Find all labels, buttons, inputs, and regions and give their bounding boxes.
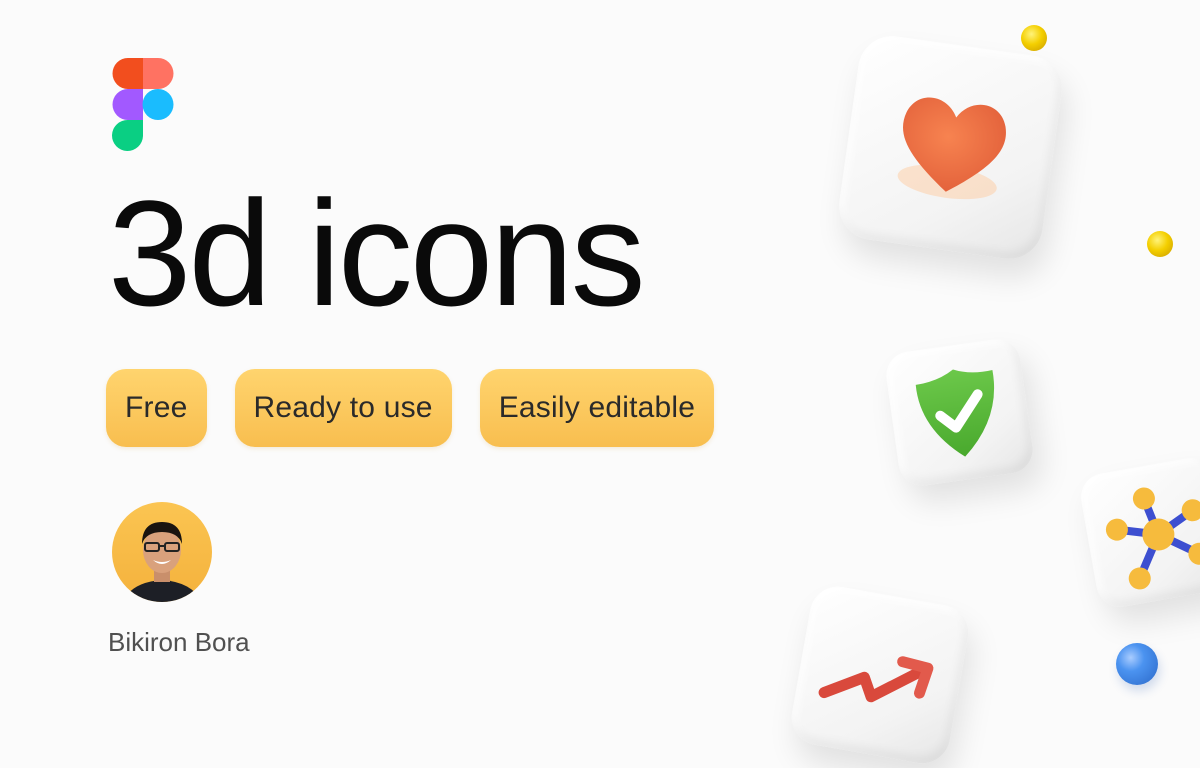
blue-ball-icon (1116, 643, 1158, 685)
author-avatar (112, 502, 212, 602)
yellow-ball-icon (1147, 231, 1173, 257)
yellow-ball-icon (1021, 25, 1047, 51)
trend-tile (787, 582, 973, 768)
tag-free: Free (106, 369, 207, 447)
page-title: 3d icons (108, 169, 646, 337)
person-photo-icon (122, 522, 202, 602)
network-tile (1077, 454, 1200, 611)
shield-check-icon (915, 369, 995, 457)
author-name: Bikiron Bora (108, 627, 250, 657)
heart-icon (897, 97, 1006, 200)
trend-up-arrow-icon (818, 656, 934, 703)
network-nodes-icon (1105, 487, 1200, 590)
tag-ready-to-use: Ready to use (234, 369, 452, 447)
heart-tile (834, 31, 1067, 264)
tag-easily-editable: Easily editable (479, 369, 715, 447)
feature-tags: Free Ready to use Easily editable (106, 369, 715, 447)
shield-tile (883, 336, 1036, 489)
figma-logo-icon (112, 58, 174, 151)
